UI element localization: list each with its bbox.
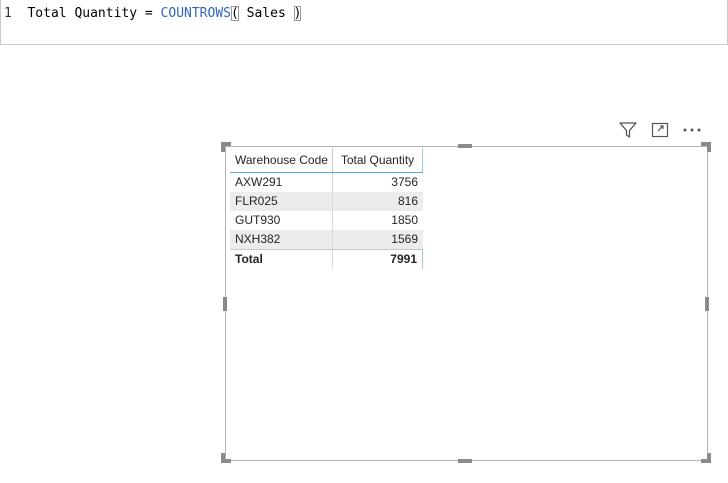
- open-paren: (: [231, 6, 239, 21]
- resize-handle-bottom-right-vertical[interactable]: [707, 453, 711, 463]
- data-table: Warehouse Code Total Quantity AXW291 375…: [230, 148, 423, 269]
- table-header-row: Warehouse Code Total Quantity: [230, 148, 423, 173]
- filter-icon[interactable]: [617, 120, 639, 140]
- resize-handle-right[interactable]: [705, 297, 709, 311]
- measure-name: Total Quantity: [27, 6, 138, 21]
- table-row: FLR025 816: [230, 192, 423, 211]
- resize-handle-bottom-left-vertical[interactable]: [221, 453, 225, 463]
- resize-handle-top-right-vertical[interactable]: [707, 142, 711, 152]
- close-paren: ): [293, 6, 302, 21]
- function-name: COUNTROWS: [160, 6, 231, 21]
- table-row: NXH382 1569: [230, 230, 423, 249]
- cell-total-quantity: 1850: [391, 213, 418, 227]
- cell-total-quantity: 1569: [391, 232, 418, 246]
- cell-total-quantity: 3756: [391, 175, 418, 189]
- resize-handle-left[interactable]: [223, 297, 227, 311]
- formula-line[interactable]: 1 Total Quantity = COUNTROWS( Sales ): [4, 5, 302, 23]
- cell-warehouse-code: AXW291: [230, 173, 333, 192]
- total-value: 7991: [333, 250, 423, 269]
- cell-warehouse-code: FLR025: [230, 192, 333, 211]
- formula-bar[interactable]: 1 Total Quantity = COUNTROWS( Sales ): [0, 0, 728, 45]
- cell-warehouse-code: NXH382: [230, 230, 333, 249]
- focus-mode-icon[interactable]: [649, 120, 671, 140]
- resize-handle-top[interactable]: [458, 144, 472, 148]
- line-number: 1: [4, 6, 12, 21]
- more-options-icon[interactable]: [681, 120, 703, 140]
- column-header-warehouse-code[interactable]: Warehouse Code: [230, 148, 333, 172]
- table-total-row: Total 7991: [230, 249, 423, 269]
- cell-total-quantity: 816: [397, 194, 418, 208]
- table-argument: Sales: [246, 6, 286, 21]
- total-label: Total: [230, 250, 333, 269]
- table-row: AXW291 3756: [230, 173, 423, 192]
- cell-warehouse-code: GUT930: [230, 211, 333, 230]
- resize-handle-top-left-vertical[interactable]: [221, 142, 225, 152]
- table-row: GUT930 1850: [230, 211, 423, 230]
- equals-operator: =: [144, 6, 153, 21]
- column-header-total-quantity[interactable]: Total Quantity: [333, 148, 423, 172]
- resize-handle-bottom[interactable]: [458, 459, 472, 463]
